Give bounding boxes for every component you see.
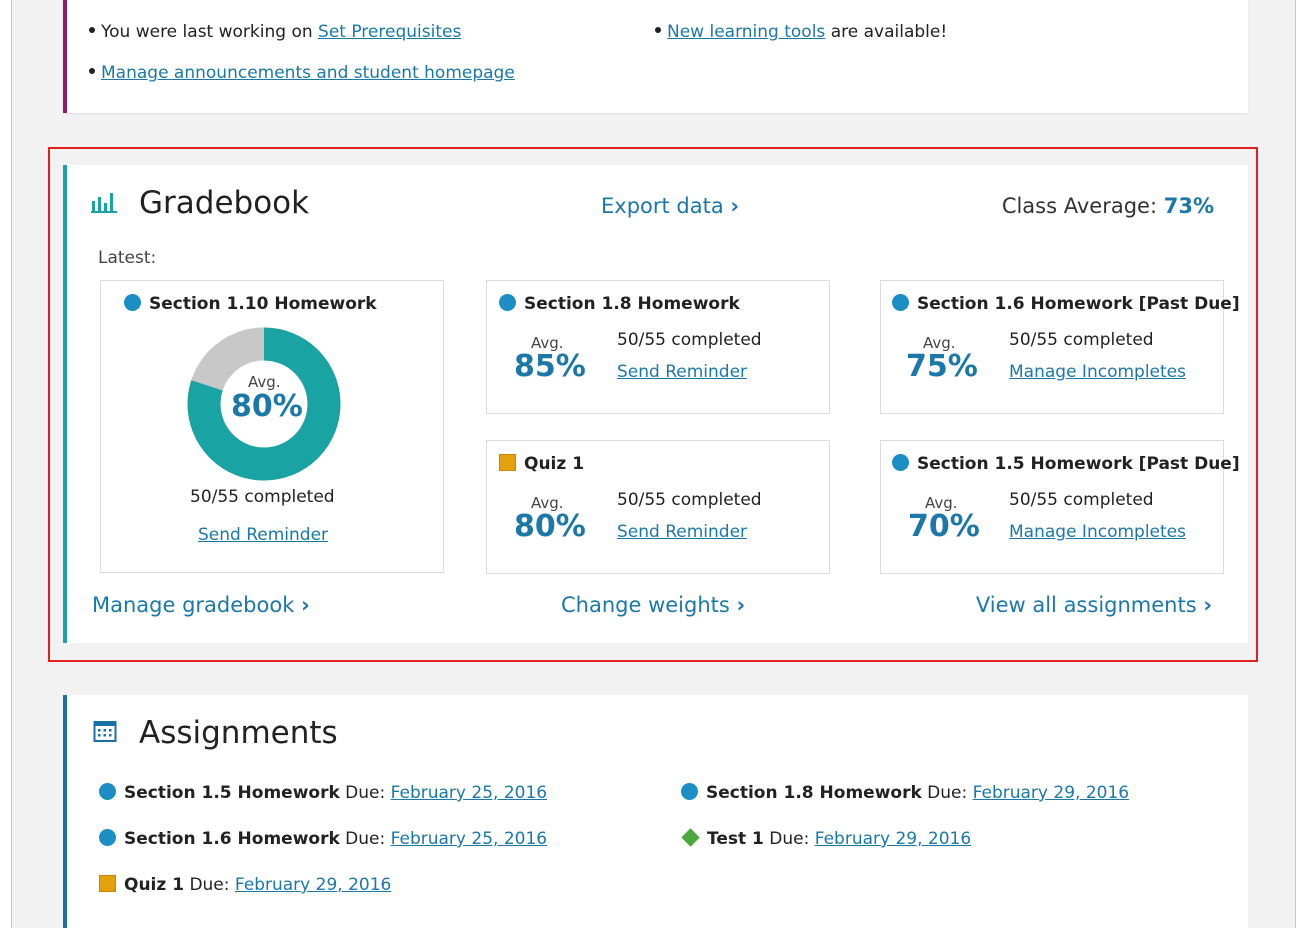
assignment-name: Section 1.6 Homework: [124, 829, 340, 849]
assignments-card: Assignments Section 1.5 Homework Due: Fe…: [63, 695, 1248, 928]
due-label: Due:: [769, 829, 810, 849]
due-date-link[interactable]: February 29, 2016: [235, 875, 391, 895]
announcements-card: You were last working on Set Prerequisit…: [63, 0, 1248, 113]
new-tools-text: are available!: [830, 22, 948, 42]
bullet-icon: [655, 27, 661, 33]
manage-announcements-item: Manage announcements and student homepag…: [89, 63, 515, 83]
test-diamond-icon: [681, 827, 700, 847]
assignment-row: Quiz 1 Due: February 29, 2016: [99, 874, 391, 895]
due-label: Due:: [345, 829, 386, 849]
highlight-box: [48, 147, 1258, 662]
last-working-text: You were last working on: [101, 22, 313, 42]
due-label: Due:: [345, 783, 386, 803]
assignment-name: Quiz 1: [124, 875, 185, 895]
bullet-icon: [89, 68, 95, 74]
assignment-row: Section 1.8 Homework Due: February 29, 2…: [681, 782, 1129, 803]
assignment-name: Section 1.8 Homework: [706, 783, 922, 803]
assignment-row: Section 1.6 Homework Due: February 25, 2…: [99, 828, 547, 849]
homework-circle-icon: [681, 782, 698, 800]
bullet-icon: [89, 27, 95, 33]
new-learning-tools-link[interactable]: New learning tools: [667, 22, 825, 42]
due-date-link[interactable]: February 29, 2016: [973, 783, 1129, 803]
quiz-square-icon: [99, 874, 116, 892]
assignment-name: Test 1: [707, 829, 764, 849]
due-date-link[interactable]: February 25, 2016: [391, 783, 547, 803]
set-prerequisites-link[interactable]: Set Prerequisites: [318, 22, 461, 42]
assignment-name: Section 1.5 Homework: [124, 783, 340, 803]
assignment-row: Section 1.5 Homework Due: February 25, 2…: [99, 782, 547, 803]
due-date-link[interactable]: February 25, 2016: [391, 829, 547, 849]
manage-announcements-link[interactable]: Manage announcements and student homepag…: [101, 63, 515, 83]
assignment-row: Test 1 Due: February 29, 2016: [681, 827, 971, 849]
assignments-title: Assignments: [139, 715, 338, 751]
last-working-item: You were last working on Set Prerequisit…: [89, 22, 461, 42]
due-label: Due:: [927, 783, 968, 803]
due-date-link[interactable]: February 29, 2016: [815, 829, 971, 849]
homework-circle-icon: [99, 828, 116, 846]
calendar-icon: [93, 721, 117, 742]
new-tools-item: New learning tools are available!: [655, 22, 947, 42]
homework-circle-icon: [99, 782, 116, 800]
due-label: Due:: [189, 875, 230, 895]
